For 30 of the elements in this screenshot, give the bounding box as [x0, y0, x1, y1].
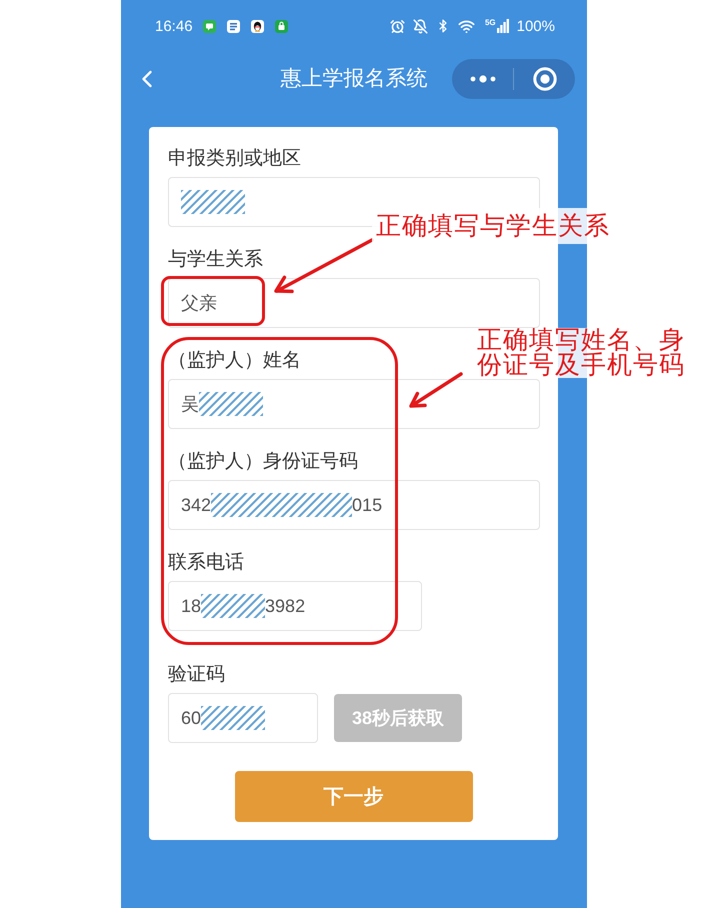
- field-label: 与学生关系: [168, 248, 263, 272]
- field-label: （监护人）身份证号码: [168, 450, 358, 474]
- redaction-hatch: [181, 190, 245, 214]
- redaction-hatch: [201, 706, 266, 730]
- network-type-label: 5G: [484, 19, 496, 27]
- signal-icon: [496, 19, 509, 33]
- circle-dot-icon[interactable]: [532, 67, 556, 91]
- list-app-icon: [226, 20, 240, 32]
- chat-app-icon: [202, 20, 216, 32]
- input-field[interactable]: 父亲: [168, 278, 540, 328]
- clock-time: 16:46: [155, 18, 193, 34]
- redaction-hatch: [201, 594, 266, 618]
- input-field[interactable]: 18 3982: [168, 581, 422, 631]
- field-label: （监护人）姓名: [168, 349, 301, 373]
- field-label: 联系电话: [168, 551, 244, 575]
- field-label: 申报类别或地区: [168, 147, 301, 171]
- redaction-hatch: [199, 392, 263, 416]
- annotation-arrow: [409, 372, 463, 408]
- input-field[interactable]: 342 015: [168, 480, 540, 530]
- field-label: 验证码: [168, 663, 225, 687]
- input-field[interactable]: 吴: [168, 379, 540, 429]
- bell-off-icon: [412, 18, 428, 34]
- wifi-icon: [458, 18, 475, 34]
- lock-app-icon: [274, 20, 288, 32]
- page-title: 惠上学报名系统: [280, 66, 428, 92]
- more-icon[interactable]: [470, 75, 496, 83]
- penguin-icon: [250, 20, 264, 32]
- alarm-clock-icon: [390, 18, 405, 34]
- battery-percent: 100%: [516, 18, 555, 34]
- input-field[interactable]: 60: [168, 693, 318, 743]
